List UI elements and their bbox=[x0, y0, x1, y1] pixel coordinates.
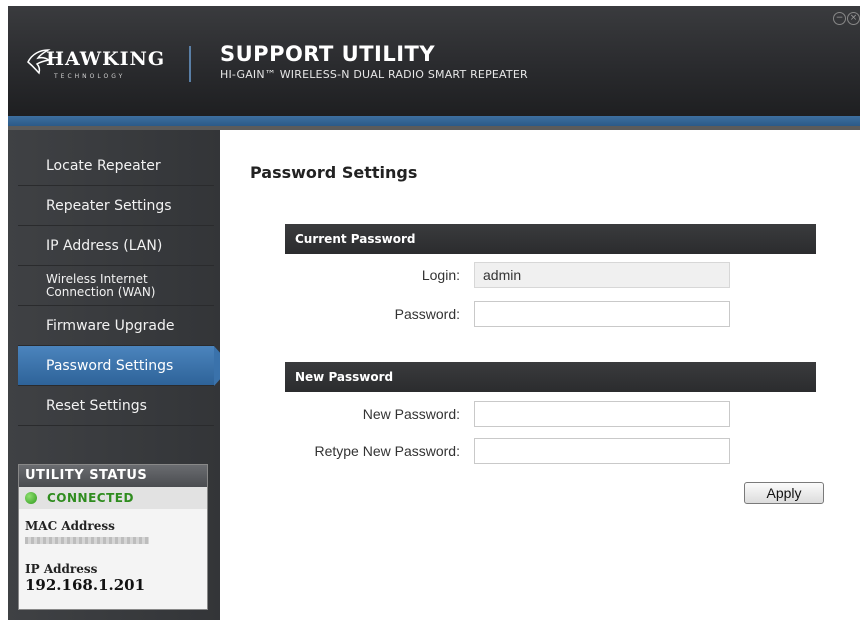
current-password-label: Password: bbox=[394, 306, 460, 322]
sidebar-item-repeater-settings[interactable]: Repeater Settings bbox=[18, 186, 214, 226]
main-content: Password Settings Current Password Login… bbox=[220, 130, 860, 620]
support-utility-window: HAWKING TECHNOLOGY SUPPORT UTILITY HI-GA… bbox=[8, 6, 860, 620]
logo-text: HAWKING bbox=[46, 48, 166, 70]
utility-status-heading: UTILITY STATUS bbox=[19, 465, 207, 487]
current-password-input[interactable] bbox=[474, 301, 730, 327]
sidebar-item-password-settings[interactable]: Password Settings bbox=[18, 346, 232, 386]
new-password-label: New Password: bbox=[362, 406, 460, 422]
sidebar-item-locate-repeater[interactable]: Locate Repeater bbox=[18, 146, 214, 186]
hawking-logo: HAWKING TECHNOLOGY bbox=[26, 44, 176, 84]
sidebar: Locate Repeater Repeater Settings IP Add… bbox=[8, 130, 232, 620]
new-password-input[interactable] bbox=[474, 401, 730, 427]
new-password-section-header: New Password bbox=[285, 362, 816, 392]
current-password-section-header: Current Password bbox=[285, 224, 816, 254]
connection-status: CONNECTED bbox=[19, 487, 207, 509]
mac-address-label: MAC Address bbox=[25, 519, 115, 533]
close-icon[interactable]: × bbox=[847, 12, 860, 25]
window-controls: − × bbox=[833, 12, 860, 25]
login-label: Login: bbox=[421, 267, 460, 283]
app-title: SUPPORT UTILITY bbox=[220, 42, 436, 66]
minimize-icon[interactable]: − bbox=[833, 12, 846, 25]
sidebar-item-wireless-internet-wan[interactable]: Wireless Internet Connection (WAN) bbox=[18, 266, 214, 306]
app-header: HAWKING TECHNOLOGY SUPPORT UTILITY HI-GA… bbox=[8, 6, 860, 116]
page-title: Password Settings bbox=[250, 163, 418, 182]
utility-status-panel: UTILITY STATUS CONNECTED MAC Address IP … bbox=[18, 464, 208, 610]
header-accent-bar bbox=[8, 116, 860, 126]
logo-subtext: TECHNOLOGY bbox=[54, 73, 126, 80]
status-dot-icon bbox=[25, 492, 37, 504]
sidebar-item-reset-settings[interactable]: Reset Settings bbox=[18, 386, 214, 426]
login-field: admin bbox=[474, 262, 730, 288]
connection-status-text: CONNECTED bbox=[47, 491, 134, 505]
apply-button[interactable]: Apply bbox=[744, 482, 824, 504]
sidebar-item-firmware-upgrade[interactable]: Firmware Upgrade bbox=[18, 306, 214, 346]
sidebar-nav: Locate Repeater Repeater Settings IP Add… bbox=[18, 146, 232, 426]
app-subtitle: HI-GAIN™ WIRELESS-N DUAL RADIO SMART REP… bbox=[220, 68, 528, 81]
header-divider bbox=[189, 46, 191, 82]
mac-address-redacted bbox=[25, 537, 149, 544]
ip-address-value: 192.168.1.201 bbox=[25, 576, 146, 594]
sidebar-item-label: Wireless Internet Connection (WAN) bbox=[46, 271, 156, 299]
ip-address-label: IP Address bbox=[25, 562, 98, 576]
retype-password-input[interactable] bbox=[474, 438, 730, 464]
retype-password-label: Retype New Password: bbox=[314, 443, 460, 459]
sidebar-item-ip-address-lan[interactable]: IP Address (LAN) bbox=[18, 226, 214, 266]
